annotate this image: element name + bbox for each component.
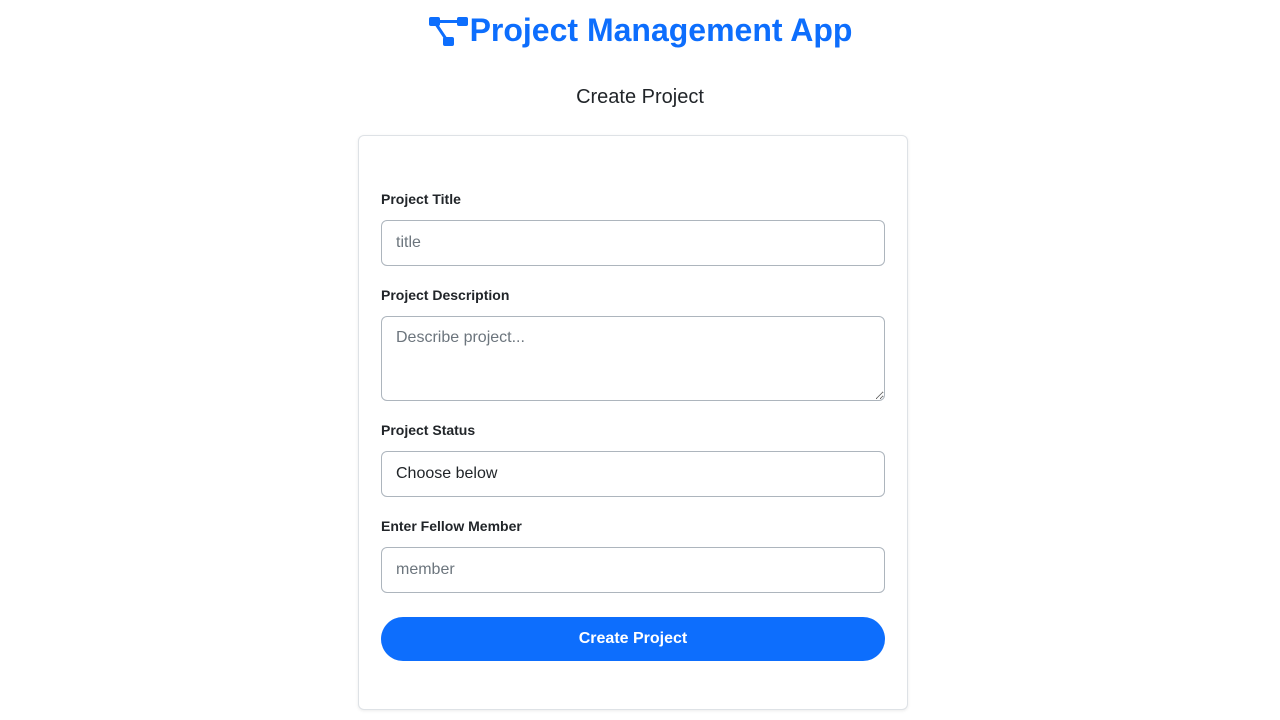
project-title-label: Project Title (381, 191, 461, 207)
project-description-label: Project Description (381, 287, 510, 303)
fellow-member-label: Enter Fellow Member (381, 518, 522, 534)
project-status-label: Project Status (381, 422, 476, 438)
project-status-select[interactable]: Choose below (381, 451, 885, 497)
project-title-input[interactable] (381, 220, 885, 266)
create-project-button[interactable]: Create Project (381, 617, 885, 661)
page-title: Create Project (576, 86, 704, 108)
project-description-textarea[interactable] (381, 316, 885, 401)
fellow-member-input[interactable] (381, 547, 885, 593)
app-title: Project Management App (469, 12, 853, 48)
app-header: Project Management App (0, 8, 1280, 52)
create-project-form: Project Title Project Description Projec… (358, 135, 908, 710)
project-diagram-icon (428, 13, 470, 47)
project-status-selected-value: Choose below (396, 465, 498, 482)
